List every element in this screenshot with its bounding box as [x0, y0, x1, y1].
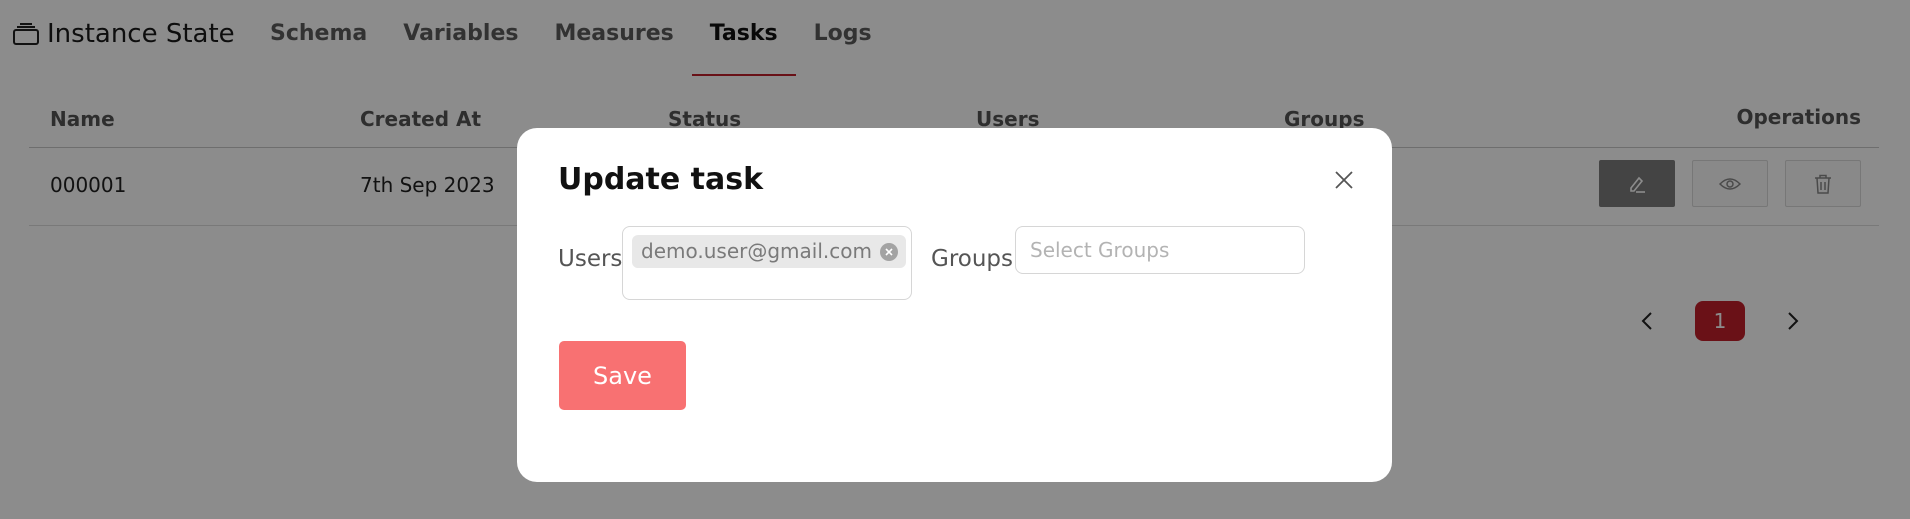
- users-label: Users: [558, 246, 623, 272]
- close-button[interactable]: [1330, 166, 1358, 194]
- remove-user-button[interactable]: [879, 243, 898, 261]
- save-button[interactable]: Save: [559, 341, 686, 410]
- modal-title: Update task: [558, 162, 764, 197]
- groups-label: Groups: [931, 246, 1014, 272]
- user-chip: demo.user@gmail.com: [632, 235, 906, 268]
- close-icon: [885, 248, 893, 256]
- update-task-modal: Update task Users demo.user@gmail.com Gr…: [517, 128, 1392, 482]
- user-chip-label: demo.user@gmail.com: [641, 239, 872, 263]
- close-icon: [1335, 171, 1353, 189]
- users-select[interactable]: demo.user@gmail.com: [622, 226, 912, 300]
- groups-select[interactable]: [1015, 226, 1305, 274]
